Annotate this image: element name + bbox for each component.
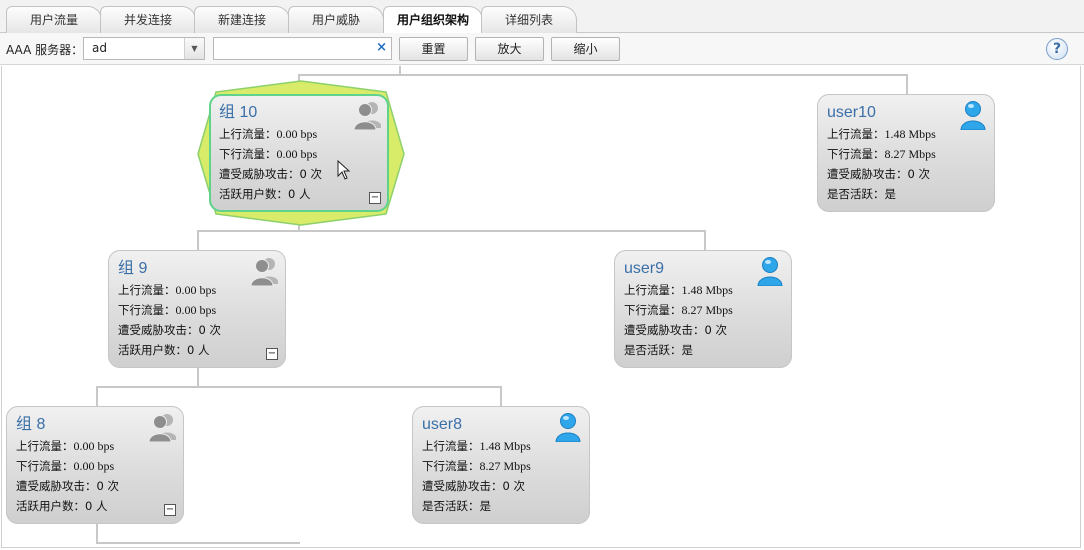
toolbar: AAA 服务器： ad ▼ × 重置 放大 缩小 ? bbox=[0, 33, 1084, 65]
org-node-group-10[interactable]: 组 10 上行流量：0.00 bps 下行流量：0.00 bps 遭受威胁攻击：… bbox=[209, 94, 389, 212]
group-icon bbox=[353, 102, 381, 130]
help-icon[interactable]: ? bbox=[1046, 38, 1068, 60]
downlink-value: 8.27 Mbps bbox=[479, 459, 531, 473]
collapse-button[interactable]: − bbox=[266, 348, 278, 360]
active-users-value: 0 人 bbox=[288, 187, 311, 201]
user-icon bbox=[555, 413, 581, 442]
tab-bar: 用户流量 并发连接 新建连接 用户威胁 用户组织架构 详细列表 bbox=[0, 0, 1084, 34]
is-active-label: 是否活跃： bbox=[422, 499, 480, 513]
threat-label: 遭受威胁攻击： bbox=[219, 167, 300, 181]
threat-label: 遭受威胁攻击： bbox=[422, 479, 503, 493]
uplink-value: 1.48 Mbps bbox=[479, 439, 531, 453]
search-input[interactable]: × bbox=[213, 37, 392, 60]
user-icon bbox=[960, 101, 986, 130]
uplink-value: 1.48 Mbps bbox=[884, 127, 936, 141]
downlink-label: 下行流量： bbox=[827, 147, 885, 161]
threat-label: 遭受威胁攻击： bbox=[16, 479, 97, 493]
is-active-label: 是否活跃： bbox=[624, 343, 682, 357]
connector bbox=[298, 74, 908, 76]
uplink-value: 0.00 bps bbox=[276, 127, 318, 141]
threat-value: 0 次 bbox=[502, 479, 525, 493]
connector bbox=[96, 542, 300, 544]
is-active-value: 是 bbox=[884, 187, 897, 201]
uplink-label: 上行流量： bbox=[16, 439, 74, 453]
tab-new-connections[interactable]: 新建连接 bbox=[194, 6, 290, 33]
org-node-group-8[interactable]: 组 8 上行流量：0.00 bps 下行流量：0.00 bps 遭受威胁攻击：0… bbox=[6, 406, 184, 524]
connector bbox=[96, 386, 98, 406]
org-node-group-9[interactable]: 组 9 上行流量：0.00 bps 下行流量：0.00 bps 遭受威胁攻击：0… bbox=[108, 250, 286, 368]
org-tree-canvas[interactable]: 组 10 上行流量：0.00 bps 下行流量：0.00 bps 遭受威胁攻击：… bbox=[1, 66, 1081, 548]
tab-detail-list[interactable]: 详细列表 bbox=[481, 6, 577, 33]
uplink-value: 0.00 bps bbox=[73, 439, 115, 453]
active-users-label: 活跃用户数： bbox=[118, 343, 187, 357]
zoom-out-button[interactable]: 缩小 bbox=[551, 37, 620, 61]
threat-label: 遭受威胁攻击： bbox=[624, 323, 705, 337]
downlink-value: 8.27 Mbps bbox=[681, 303, 733, 317]
downlink-label: 下行流量： bbox=[219, 147, 277, 161]
connector bbox=[197, 368, 199, 387]
downlink-label: 下行流量： bbox=[16, 459, 74, 473]
org-node-user8[interactable]: user8 上行流量：1.48 Mbps 下行流量：8.27 Mbps 遭受威胁… bbox=[412, 406, 590, 524]
threat-label: 遭受威胁攻击： bbox=[827, 167, 908, 181]
threat-value: 0 次 bbox=[299, 167, 322, 181]
active-users-value: 0 人 bbox=[85, 499, 108, 513]
tab-user-org-structure[interactable]: 用户组织架构 bbox=[383, 6, 483, 34]
reset-button[interactable]: 重置 bbox=[399, 37, 468, 61]
connector bbox=[500, 386, 502, 406]
connector bbox=[96, 524, 98, 544]
collapse-button[interactable]: − bbox=[369, 192, 381, 204]
connector bbox=[704, 230, 706, 250]
uplink-label: 上行流量： bbox=[219, 127, 277, 141]
uplink-label: 上行流量： bbox=[118, 283, 176, 297]
zoom-in-button[interactable]: 放大 bbox=[475, 37, 544, 61]
downlink-value: 0.00 bps bbox=[276, 147, 318, 161]
user-icon bbox=[757, 257, 783, 286]
org-node-user9[interactable]: user9 上行流量：1.48 Mbps 下行流量：8.27 Mbps 遭受威胁… bbox=[614, 250, 792, 368]
active-users-label: 活跃用户数： bbox=[219, 187, 288, 201]
aaa-server-value: ad bbox=[92, 41, 107, 55]
connector bbox=[197, 230, 199, 250]
uplink-label: 上行流量： bbox=[624, 283, 682, 297]
connector bbox=[197, 230, 706, 232]
group-icon bbox=[148, 414, 176, 442]
tab-user-threats[interactable]: 用户威胁 bbox=[288, 6, 384, 33]
connector bbox=[906, 74, 908, 94]
is-active-label: 是否活跃： bbox=[827, 187, 885, 201]
tab-user-traffic[interactable]: 用户流量 bbox=[6, 6, 102, 33]
chevron-down-icon[interactable]: ▼ bbox=[184, 38, 204, 59]
group-icon bbox=[250, 258, 278, 286]
uplink-value: 1.48 Mbps bbox=[681, 283, 733, 297]
threat-value: 0 次 bbox=[96, 479, 119, 493]
threat-label: 遭受威胁攻击： bbox=[118, 323, 199, 337]
connector bbox=[96, 386, 502, 388]
server-label: AAA 服务器： bbox=[6, 43, 84, 57]
clear-icon[interactable]: × bbox=[376, 40, 387, 55]
active-users-label: 活跃用户数： bbox=[16, 499, 85, 513]
uplink-label: 上行流量： bbox=[422, 439, 480, 453]
downlink-label: 下行流量： bbox=[624, 303, 682, 317]
uplink-label: 上行流量： bbox=[827, 127, 885, 141]
threat-value: 0 次 bbox=[704, 323, 727, 337]
downlink-value: 0.00 bps bbox=[73, 459, 115, 473]
mouse-cursor-icon bbox=[337, 160, 351, 180]
tab-concurrent-connections[interactable]: 并发连接 bbox=[100, 6, 196, 33]
aaa-server-select[interactable]: ad ▼ bbox=[83, 37, 205, 60]
downlink-value: 8.27 Mbps bbox=[884, 147, 936, 161]
downlink-label: 下行流量： bbox=[118, 303, 176, 317]
is-active-value: 是 bbox=[681, 343, 694, 357]
collapse-button[interactable]: − bbox=[164, 504, 176, 516]
org-node-user10[interactable]: user10 上行流量：1.48 Mbps 下行流量：8.27 Mbps 遭受威… bbox=[817, 94, 995, 212]
downlink-value: 0.00 bps bbox=[175, 303, 217, 317]
threat-value: 0 次 bbox=[907, 167, 930, 181]
downlink-label: 下行流量： bbox=[422, 459, 480, 473]
active-users-value: 0 人 bbox=[187, 343, 210, 357]
is-active-value: 是 bbox=[479, 499, 492, 513]
threat-value: 0 次 bbox=[198, 323, 221, 337]
uplink-value: 0.00 bps bbox=[175, 283, 217, 297]
